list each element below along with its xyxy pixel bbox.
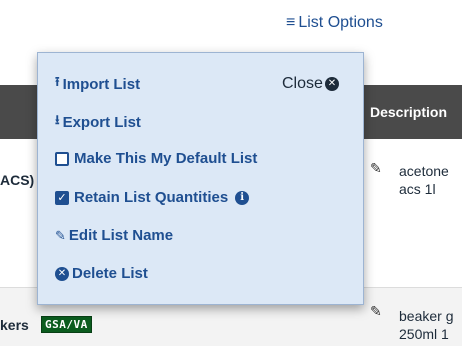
close-button[interactable]: Close ✕ <box>282 75 339 93</box>
pencil-icon[interactable]: ✎ <box>370 160 382 177</box>
row-2-description-line-2: 250ml 1 <box>399 326 449 342</box>
row-2-item-code: kers <box>0 317 29 333</box>
import-list-link[interactable]: ⭱ Import List <box>55 73 140 95</box>
gsa-va-badge: GSA/VA <box>41 316 92 333</box>
checkbox-unchecked[interactable] <box>55 151 69 166</box>
edit-list-name-link[interactable]: ✎ Edit List Name <box>55 227 173 244</box>
default-list-label: Make This My Default List <box>74 150 258 167</box>
list-options-button[interactable]: ≡ List Options <box>286 14 383 32</box>
close-circle-icon: ✕ <box>324 77 339 91</box>
list-options-label: List Options <box>298 14 383 31</box>
close-label: Close <box>282 75 323 92</box>
row-1-item-code: ACS) <box>0 172 35 188</box>
pencil-icon[interactable]: ✎ <box>370 303 382 320</box>
row-1-description-line-1: acetone <box>399 163 449 179</box>
list-options-popup: Close ✕ ⭱ Import List ⭳ Export List Make… <box>37 52 364 305</box>
checkbox-checked[interactable]: ✓ <box>55 190 69 205</box>
upload-icon: ⭱ <box>55 74 60 89</box>
menu-icon: ≡ <box>286 14 296 31</box>
column-header-description[interactable]: Description <box>370 104 447 120</box>
delete-circle-icon: ✕ <box>55 266 69 281</box>
default-list-checkbox-row[interactable]: Make This My Default List <box>55 150 257 167</box>
retain-quantities-checkbox-row[interactable]: ✓ Retain List Quantities i <box>55 189 250 206</box>
info-icon[interactable]: i <box>235 190 250 205</box>
retain-quantities-label: Retain List Quantities <box>74 189 229 206</box>
import-list-label: Import List <box>62 75 141 93</box>
pencil-icon: ✎ <box>55 227 66 243</box>
export-list-link[interactable]: ⭳ Export List <box>55 111 141 133</box>
delete-list-label: Delete List <box>72 265 148 282</box>
edit-list-name-label: Edit List Name <box>68 227 174 244</box>
row-1-description-line-2: acs 1l <box>399 181 436 197</box>
row-2-description-line-1: beaker g <box>399 308 454 324</box>
export-list-label: Export List <box>62 113 141 131</box>
download-icon: ⭳ <box>55 112 60 127</box>
delete-list-link[interactable]: ✕ Delete List <box>55 265 148 282</box>
